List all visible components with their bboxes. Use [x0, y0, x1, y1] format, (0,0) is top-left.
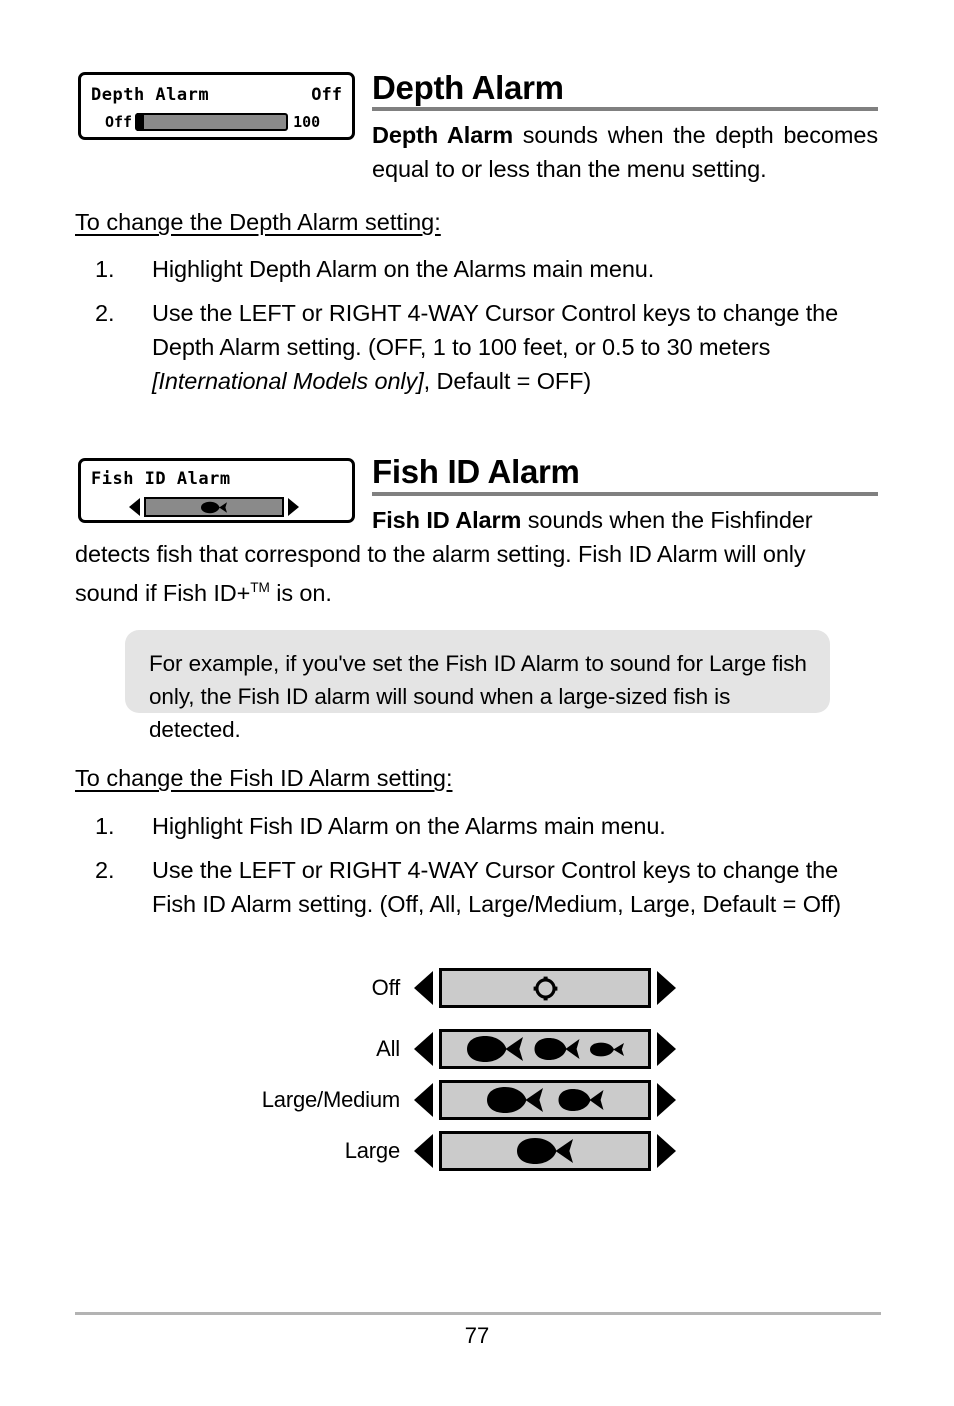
- depth-alarm-slider-knob[interactable]: [137, 113, 145, 131]
- list-text-part-1: Use the LEFT or RIGHT 4-WAY Cursor Contr…: [152, 300, 839, 360]
- depth-alarm-intro: Depth Alarm sounds when the depth become…: [372, 118, 878, 186]
- fish-small-icon: [590, 1042, 624, 1056]
- fish-option-label: Large/Medium: [261, 1087, 400, 1112]
- depth-alarm-lcd-title: Depth Alarm: [91, 85, 210, 105]
- right-arrow-icon[interactable]: [288, 498, 299, 516]
- fish-option-track[interactable]: [439, 1131, 651, 1171]
- list-number: 1.: [95, 813, 115, 839]
- fish-option-row-off[interactable]: Off: [250, 968, 676, 1008]
- depth-alarm-intro-bold: Depth Alarm: [372, 122, 514, 148]
- fish-medium-icon: [558, 1089, 604, 1111]
- left-arrow-icon[interactable]: [414, 1032, 433, 1066]
- right-arrow-icon[interactable]: [657, 1134, 676, 1168]
- fish-id-alarm-intro-bold: Fish ID Alarm: [372, 507, 522, 533]
- circle-outline-icon: [533, 976, 557, 1000]
- right-arrow-icon[interactable]: [657, 971, 676, 1005]
- depth-alarm-step-1: 1. Highlight Depth Alarm on the Alarms m…: [95, 252, 881, 286]
- fish-id-alarm-subhead: To change the Fish ID Alarm setting:: [75, 765, 453, 791]
- fish-large-icon: [201, 501, 227, 513]
- fish-option-track[interactable]: [439, 1029, 651, 1069]
- example-callout-text: For example, if you've set the Fish ID A…: [149, 651, 807, 742]
- left-arrow-icon[interactable]: [414, 1083, 433, 1117]
- list-text: Use the LEFT or RIGHT 4-WAY Cursor Contr…: [152, 296, 881, 398]
- fish-id-alarm-heading: Fish ID Alarm: [372, 453, 580, 490]
- fish-id-alarm-screenshot: Fish ID Alarm: [78, 458, 355, 523]
- left-arrow-icon[interactable]: [414, 971, 433, 1005]
- fish-option-row-large[interactable]: Large: [250, 1131, 676, 1171]
- fish-id-alarm-step-1: 1. Highlight Fish ID Alarm on the Alarms…: [95, 809, 881, 843]
- left-arrow-icon[interactable]: [129, 498, 140, 516]
- fish-id-alarm-selector[interactable]: [129, 497, 299, 517]
- fish-option-label: Off: [371, 975, 401, 1000]
- list-text-italic: [International Models only]: [152, 368, 424, 394]
- fish-id-alarm-lcd-title: Fish ID Alarm: [91, 469, 231, 489]
- depth-alarm-slider[interactable]: Off 100: [105, 113, 345, 131]
- fish-option-row-all[interactable]: All: [250, 1029, 676, 1069]
- list-number: 1.: [95, 256, 115, 282]
- fish-id-alarm-intro-rest: detects fish that correspond to the alar…: [75, 537, 881, 571]
- fish-large-icon: [487, 1087, 543, 1113]
- depth-alarm-heading-rule: [372, 107, 878, 111]
- list-text: Highlight Depth Alarm on the Alarms main…: [152, 256, 655, 282]
- list-number: 2.: [95, 300, 115, 326]
- depth-alarm-slider-min-label: Off: [105, 112, 133, 131]
- fish-id-alarm-step-2: 2. Use the LEFT or RIGHT 4-WAY Cursor Co…: [95, 853, 881, 921]
- left-arrow-icon[interactable]: [414, 1134, 433, 1168]
- fish-id-alarm-intro-rest-line1: sounds when the Fishfinder: [521, 507, 813, 533]
- footer-divider: [75, 1312, 881, 1315]
- depth-alarm-screenshot: Depth Alarm Off Off 100: [78, 72, 355, 140]
- fish-option-label: Large: [344, 1138, 400, 1163]
- depth-alarm-lcd-value: Off: [311, 85, 342, 105]
- fish-id-alarm-intro-line1: Fish ID Alarm sounds when the Fishfinder: [372, 503, 878, 537]
- fish-id-alarm-intro-line3: sound if Fish ID+TM is on.: [75, 571, 881, 610]
- example-callout: For example, if you've set the Fish ID A…: [125, 630, 830, 742]
- list-number: 2.: [95, 857, 115, 883]
- depth-alarm-slider-max-label: 100: [293, 112, 321, 131]
- depth-alarm-heading: Depth Alarm: [372, 69, 564, 106]
- fish-option-track[interactable]: [439, 968, 651, 1008]
- fish-id-alarm-intro-line3-text: sound if Fish ID+TM is on.: [75, 579, 332, 606]
- manual-page: Depth Alarm Off Off 100 Depth Alarm Dept…: [0, 0, 954, 1406]
- fish-large-icon: [517, 1138, 573, 1164]
- fish-id-alarm-intro-line2: detects fish that correspond to the alar…: [75, 541, 806, 567]
- trademark-symbol: TM: [250, 580, 270, 595]
- fish-medium-icon: [534, 1038, 580, 1060]
- fish-id-alarm-selector-track[interactable]: [144, 497, 284, 517]
- list-text: Highlight Fish ID Alarm on the Alarms ma…: [152, 813, 666, 839]
- list-text-part-2: , Default = OFF): [423, 368, 592, 394]
- fish-option-track[interactable]: [439, 1080, 651, 1120]
- fish-large-icon: [467, 1036, 523, 1062]
- page-number: 77: [464, 1323, 490, 1348]
- depth-alarm-subhead: To change the Depth Alarm setting:: [75, 209, 441, 235]
- depth-alarm-slider-track[interactable]: [135, 113, 289, 131]
- fish-option-row-large-medium[interactable]: Large/Medium: [250, 1080, 676, 1120]
- right-arrow-icon[interactable]: [657, 1032, 676, 1066]
- depth-alarm-step-2: 2. Use the LEFT or RIGHT 4-WAY Cursor Co…: [95, 296, 881, 398]
- list-text: Use the LEFT or RIGHT 4-WAY Cursor Contr…: [152, 857, 842, 917]
- right-arrow-icon[interactable]: [657, 1083, 676, 1117]
- fish-id-alarm-heading-rule: [372, 492, 878, 496]
- fish-option-label: All: [376, 1036, 400, 1061]
